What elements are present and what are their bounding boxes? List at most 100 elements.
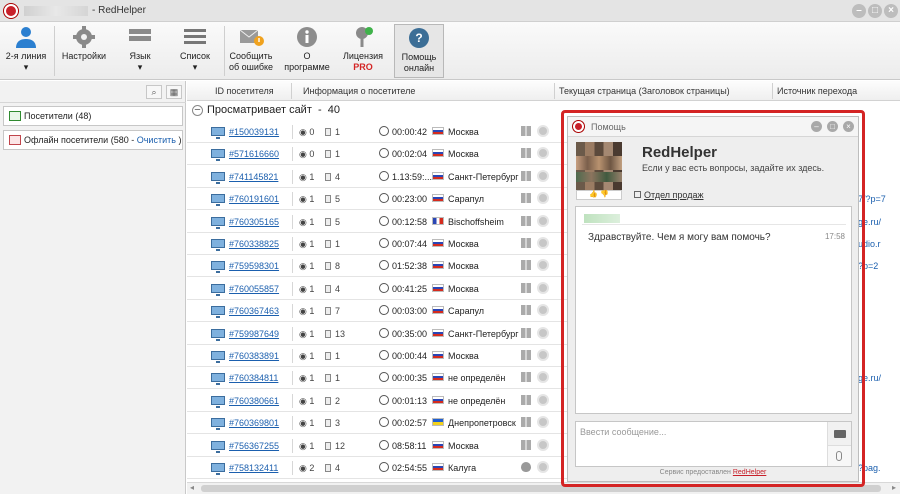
visitor-city: Москва — [448, 127, 479, 137]
visitor-id-link[interactable]: #758132411 — [229, 463, 278, 473]
windows-icon — [521, 327, 531, 338]
col-visitor-id[interactable]: ID посетителя — [215, 86, 274, 96]
visit-duration: 02:54:55 — [392, 463, 428, 473]
visitor-id-link[interactable]: #759987649 — [229, 329, 279, 339]
visitor-city: Санкт-Петербург — [448, 171, 519, 182]
page-icon — [325, 284, 331, 293]
visitor-id-link[interactable]: #741145821 — [229, 172, 278, 182]
views-count: ◉ 0 — [299, 127, 315, 137]
visitor-city: Москва — [448, 149, 479, 160]
page-icon — [325, 329, 331, 338]
license-pro-button[interactable]: Лицензия PRO — [338, 24, 388, 78]
settings-button[interactable]: Настройки — [58, 24, 110, 78]
visitor-id-link[interactable]: #756367255 — [229, 441, 279, 451]
online-help-button[interactable]: ? Помощь онлайн — [394, 24, 444, 78]
chat-window: Помощь – □ × 👍 👎 RedHelper Если у вас ес… — [567, 116, 859, 482]
attach-icon[interactable] — [827, 446, 851, 466]
col-visitor-info[interactable]: Информация о посетителе — [303, 86, 415, 96]
visitor-city: Сарапул — [448, 306, 485, 317]
dropdown-arrow-icon: ▾ — [192, 62, 198, 72]
toolbar: 2-я линия ▾ Настройки Язык ▾ Список ▾ Сообщ… — [0, 22, 900, 80]
second-line-button[interactable]: 2-я линия ▾ — [4, 24, 48, 78]
visitor-city: Bischoffsheim — [448, 216, 504, 227]
windows-icon — [521, 170, 531, 181]
send-icon[interactable] — [827, 422, 851, 446]
table-row[interactable]: #760055857 ◉ 1 4 00:41:25 Москва — [187, 278, 567, 300]
pages-count: 1 — [325, 351, 340, 361]
chat-minimize-icon[interactable]: – — [811, 121, 822, 132]
country-flag-icon — [432, 328, 444, 337]
table-row[interactable]: #571616660 ◉ 0 1 00:02:04 Москва — [187, 143, 567, 166]
col-referrer[interactable]: Источник перехода — [777, 86, 857, 96]
table-row[interactable]: #759987649 ◉ 1 13 00:35:00 Санкт-Петербург — [187, 323, 567, 345]
search-icon[interactable]: ⌕ — [146, 85, 162, 99]
pages-count: 7 — [325, 306, 340, 316]
scroll-right-icon[interactable]: ▸ — [892, 483, 896, 492]
views-count: ◉ 1 — [299, 440, 315, 451]
clock-icon — [379, 417, 389, 428]
table-row[interactable]: #760383891 ◉ 1 1 00:00:44 Москва — [187, 345, 567, 367]
table-row[interactable]: #760367463 ◉ 1 7 00:03:00 Сарапул — [187, 300, 567, 323]
redhelper-link[interactable]: RedHelper — [733, 469, 766, 476]
visitor-id-link[interactable]: #150039131 — [229, 127, 279, 137]
table-row[interactable]: #756367255 ◉ 1 12 08:58:11 Москва — [187, 435, 567, 457]
visitor-id-link[interactable]: #760055857 — [229, 284, 279, 294]
views-count: ◉ 1 — [299, 328, 315, 339]
department-link[interactable]: Отдел продаж — [644, 190, 704, 200]
message-input[interactable]: Ввести сообщение... — [575, 421, 852, 467]
pages-count: 8 — [325, 261, 340, 271]
report-error-button[interactable]: Сообщить об ошибке — [226, 24, 276, 78]
table-row[interactable]: #741145821 ◉ 1 4 1.13:59:... Санкт-Петербург — [187, 166, 567, 188]
minimize-icon[interactable]: – — [852, 4, 866, 18]
visitor-id-link[interactable]: #760305165 — [229, 217, 279, 227]
clear-link[interactable]: Очистить — [137, 135, 176, 145]
scroll-left-icon[interactable]: ◂ — [190, 483, 194, 492]
page-icon — [325, 128, 331, 136]
visitor-id-link[interactable]: #759598301 — [229, 261, 279, 271]
table-row[interactable]: #760384811 ◉ 1 1 00:00:35 не определён — [187, 367, 567, 390]
apple-icon — [521, 462, 531, 472]
page-icon — [325, 217, 331, 226]
close-icon[interactable]: × — [884, 4, 898, 18]
browser-icon — [537, 326, 549, 339]
table-row[interactable]: #150039131 ◉ 0 1 00:00:42 Москва — [187, 121, 567, 143]
list-button[interactable]: Список ▾ — [172, 24, 218, 78]
monitor-icon — [211, 328, 225, 341]
about-button[interactable]: Опрограмме — [280, 24, 334, 78]
clock-icon — [379, 305, 389, 316]
visitor-id-link[interactable]: #760369801 — [229, 418, 279, 428]
offline-visitors-filter[interactable]: Офлайн посетители (580 - Очистить ) — [3, 130, 183, 150]
language-button[interactable]: Язык ▾ — [118, 24, 162, 78]
chat-maximize-icon[interactable]: □ — [827, 121, 838, 132]
table-row[interactable]: #760380661 ◉ 1 2 00:01:13 не определён — [187, 390, 567, 412]
rating-icons[interactable]: 👍 👎 — [576, 190, 622, 200]
keyboard-icon[interactable]: ▦ — [166, 85, 182, 99]
pages-count: 3 — [325, 418, 340, 428]
chat-close-icon[interactable]: × — [843, 121, 854, 132]
visitor-id-link[interactable]: #760367463 — [229, 306, 279, 316]
visitor-id-link[interactable]: #760380661 — [229, 396, 279, 406]
table-row[interactable]: #759598301 ◉ 1 8 01:52:38 Москва — [187, 255, 567, 278]
visitor-id-link[interactable]: #760384811 — [229, 373, 278, 383]
clock-icon — [379, 215, 389, 226]
browser-icon — [537, 125, 549, 137]
table-row[interactable]: #760369801 ◉ 1 3 00:02:57 Днепропетровск — [187, 412, 567, 435]
visitors-filter[interactable]: Посетители (48) — [3, 106, 183, 126]
maximize-icon[interactable]: □ — [868, 4, 882, 18]
pages-count: 4 — [325, 284, 340, 294]
visitor-id-link[interactable]: #571616660 — [229, 149, 279, 159]
visitor-id-link[interactable]: #760383891 — [229, 351, 279, 361]
page-icon — [325, 352, 331, 360]
collapse-icon[interactable]: − — [192, 104, 203, 116]
table-row[interactable]: #760305165 ◉ 1 5 00:12:58 Bischoffsheim — [187, 211, 567, 233]
visitor-id-link[interactable]: #760338825 — [229, 239, 279, 249]
table-row[interactable]: #760338825 ◉ 1 1 00:07:44 Москва — [187, 233, 567, 255]
chat-subtitle: Если у вас есть вопросы, задайте их здес… — [642, 163, 825, 173]
group-header[interactable]: − Просматривает сайт - 40 — [192, 104, 340, 116]
monitor-icon — [211, 395, 225, 408]
visitor-id-link[interactable]: #760191601 — [229, 194, 279, 204]
table-row[interactable]: #758132411 ◉ 2 4 02:54:55 Калуга — [187, 457, 567, 479]
table-row[interactable]: #760191601 ◉ 1 5 00:23:00 Сарапул — [187, 188, 567, 211]
browser-icon — [537, 147, 549, 160]
col-current-page[interactable]: Текущая страница (Заголовок страницы) — [559, 86, 730, 96]
